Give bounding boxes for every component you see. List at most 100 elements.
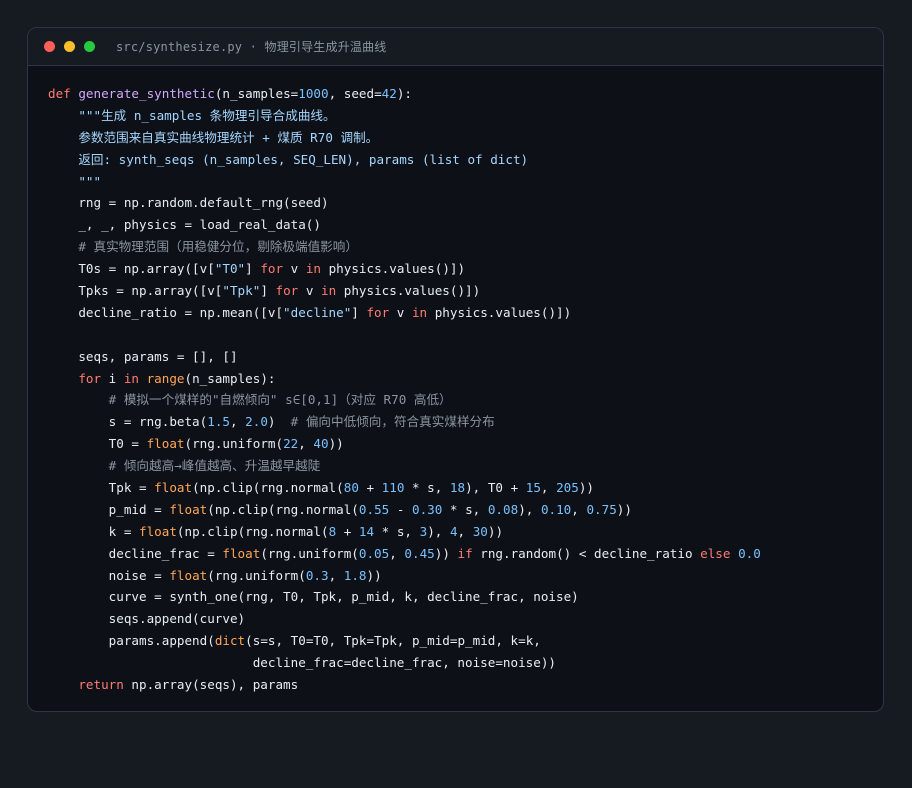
- code-token: ,: [457, 523, 473, 539]
- code-line: return np.array(seqs), params: [48, 674, 883, 696]
- code-token: seqs, params = [], []: [48, 348, 238, 364]
- code-token: ),: [427, 523, 450, 539]
- code-line: T0s = np.array([v["T0"] for v in physics…: [48, 258, 883, 280]
- code-token: T0 =: [48, 436, 147, 452]
- code-token: in: [123, 370, 139, 386]
- code-token: "T0": [214, 261, 246, 277]
- code-token: v: [283, 261, 306, 277]
- code-token: ,: [571, 501, 587, 517]
- code-token: ), T0 +: [465, 480, 526, 496]
- code-token: 40: [313, 436, 329, 452]
- code-line: k = float(np.clip(rng.normal(8 + 14 * s,…: [48, 521, 883, 543]
- code-token: (rng.uniform(: [260, 545, 359, 561]
- code-token: T0s = np.array([v[: [48, 261, 215, 277]
- code-token: 110: [381, 480, 405, 496]
- code-line: seqs.append(curve): [48, 608, 883, 630]
- code-token: return: [48, 677, 124, 693]
- code-token: """: [48, 173, 102, 189]
- code-token: generate_synthetic: [78, 86, 215, 101]
- code-token: (np.clip(rng.normal(: [207, 501, 359, 517]
- code-token: rng = np.random.default_rng(seed): [48, 195, 329, 211]
- code-line: """生成 n_samples 条物理引导合成曲线。: [48, 105, 883, 127]
- code-token: * s,: [404, 480, 450, 496]
- code-token: +: [336, 523, 359, 539]
- code-token: float: [222, 545, 261, 561]
- window-title: src/synthesize.py · 物理引导生成升温曲线: [116, 40, 387, 54]
- code-token: curve = synth_one(rng, T0, Tpk, p_mid, k…: [48, 589, 579, 605]
- code-token: 1.5: [207, 414, 230, 430]
- code-line: 参数范围来自真实曲线物理统计 + 煤质 R70 调制。: [48, 127, 883, 149]
- code-token: 0.08: [487, 501, 519, 517]
- code-line: noise = float(rng.uniform(0.3, 1.8)): [48, 565, 883, 587]
- code-token: (rng.uniform(: [184, 436, 284, 452]
- code-token: dict: [214, 633, 246, 649]
- code-token: ):: [396, 86, 412, 101]
- code-token: Tpks = np.array([v[: [48, 283, 223, 299]
- code-token: )): [434, 545, 458, 561]
- code-token: 0.30: [412, 501, 443, 517]
- code-token: in: [305, 261, 321, 277]
- code-token: , seed=: [328, 86, 382, 101]
- code-token: np.array(seqs), params: [123, 677, 299, 693]
- code-line: decline_frac=decline_frac, noise=noise)): [48, 652, 883, 674]
- code-token: 0.75: [586, 501, 617, 517]
- code-token: # 倾向越高→峰值越高、升温越早越陡: [48, 458, 321, 474]
- code-token: float: [154, 480, 193, 496]
- code-token: "decline": [283, 304, 352, 320]
- code-token: 0.10: [540, 501, 572, 517]
- code-token: ]: [351, 304, 367, 320]
- code-line: # 真实物理范围（用稳健分位，剔除极端值影响）: [48, 236, 883, 258]
- code-token: )): [616, 501, 632, 517]
- code-token: for: [48, 370, 102, 386]
- code-token: Tpk =: [48, 480, 155, 496]
- code-token: 14: [358, 523, 375, 539]
- code-token: noise =: [48, 567, 170, 583]
- code-token: physics.values()]): [336, 283, 481, 299]
- code-line: rng = np.random.default_rng(seed): [48, 192, 883, 214]
- code-window: src/synthesize.py · 物理引导生成升温曲线 def gener…: [27, 27, 884, 712]
- code-line: decline_ratio = np.mean([v["decline"] fo…: [48, 302, 883, 324]
- code-token: )): [328, 436, 344, 452]
- code-token: )): [366, 567, 382, 583]
- code-token: decline_frac =: [48, 545, 223, 561]
- code-line: seqs, params = [], []: [48, 346, 883, 368]
- code-line: s = rng.beta(1.5, 2.0) # 偏向中低倾向，符合真实煤样分布: [48, 411, 883, 433]
- code-token: )): [487, 523, 504, 539]
- code-line: Tpks = np.array([v["Tpk"] for v in physi…: [48, 280, 883, 302]
- code-token: ,: [389, 545, 405, 561]
- code-token: in: [411, 304, 428, 320]
- code-line: params.append(dict(s=s, T0=T0, Tpk=Tpk, …: [48, 630, 883, 652]
- maximize-window-button[interactable]: [84, 41, 95, 52]
- code-token: v: [389, 304, 412, 320]
- minimize-window-button[interactable]: [64, 41, 75, 52]
- code-token: for: [260, 261, 284, 277]
- code-token: v: [298, 283, 321, 299]
- code-line: p_mid = float(np.clip(rng.normal(0.55 - …: [48, 499, 883, 521]
- code-token: 返回: synth_seqs (n_samples, SEQ_LEN), par…: [48, 151, 529, 167]
- code-token: float: [169, 567, 208, 583]
- code-token: in: [320, 283, 337, 299]
- code-token: float: [146, 436, 185, 452]
- code-line: # 倾向越高→峰值越高、升温越早越陡: [48, 455, 883, 477]
- code-line: def generate_synthetic(n_samples=1000, s…: [48, 83, 883, 105]
- code-token: physics.values()]): [427, 304, 572, 320]
- code-token: 1.8: [343, 567, 367, 583]
- code-token: 0.05: [358, 545, 390, 561]
- code-token: ,: [298, 436, 314, 452]
- code-token: 0.3: [305, 567, 329, 583]
- close-window-button[interactable]: [44, 41, 55, 52]
- code-token: float: [139, 523, 177, 539]
- code-line: decline_frac = float(rng.uniform(0.05, 0…: [48, 543, 883, 565]
- code-line: # 模拟一个煤样的"自燃倾向" s∈[0,1]（对应 R70 高低）: [48, 389, 883, 411]
- code-token: rng.random() < decline_ratio: [472, 545, 701, 561]
- code-line: Tpk = float(np.clip(rng.normal(80 + 110 …: [48, 477, 883, 499]
- code-line: """: [48, 171, 883, 193]
- code-token: ,: [229, 414, 246, 430]
- code-token: 18: [449, 480, 466, 496]
- code-token: ),: [518, 501, 541, 517]
- code-token: ,: [540, 480, 557, 496]
- code-token: ): [267, 414, 291, 430]
- code-token: range: [146, 370, 185, 386]
- code-editor[interactable]: def generate_synthetic(n_samples=1000, s…: [28, 66, 883, 696]
